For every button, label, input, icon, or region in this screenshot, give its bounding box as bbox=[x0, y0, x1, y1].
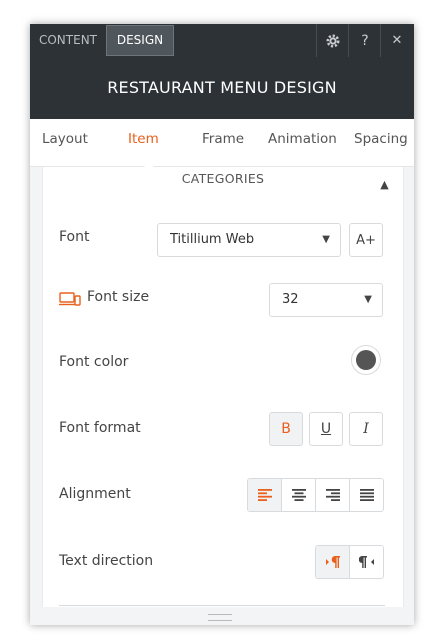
section-header-categories[interactable]: CATEGORIES ▲ bbox=[43, 167, 403, 193]
underline-button[interactable]: U bbox=[309, 412, 343, 446]
align-left-icon bbox=[257, 489, 272, 501]
align-right-icon bbox=[325, 489, 340, 501]
text-direction-group bbox=[315, 545, 384, 579]
settings-card: CATEGORIES ▲ Font Titillium Web ▼ A+ Fon… bbox=[42, 167, 404, 607]
font-family-value: Titillium Web bbox=[170, 232, 255, 247]
align-left-button[interactable] bbox=[248, 479, 282, 511]
tab-design[interactable]: DESIGN bbox=[106, 25, 174, 56]
align-justify-button[interactable] bbox=[350, 479, 383, 511]
topbar: CONTENT DESIGN ? ✕ bbox=[30, 24, 414, 57]
help-button[interactable]: ? bbox=[348, 24, 381, 57]
alignment-group bbox=[247, 478, 384, 512]
font-label: Font bbox=[59, 229, 90, 245]
bold-icon: B bbox=[281, 421, 291, 437]
tab-spacing[interactable]: Spacing bbox=[354, 119, 408, 166]
devices-icon[interactable] bbox=[59, 292, 81, 306]
font-size-select[interactable]: 32 ▼ bbox=[269, 283, 383, 317]
color-swatch-dot bbox=[356, 350, 376, 370]
align-right-button[interactable] bbox=[316, 479, 350, 511]
tab-animation[interactable]: Animation bbox=[268, 119, 337, 166]
section-divider bbox=[59, 605, 385, 606]
gear-icon bbox=[326, 34, 340, 47]
text-direction-label: Text direction bbox=[59, 553, 154, 569]
subtabs-bar: Layout Item Frame Animation Spacing bbox=[30, 119, 414, 167]
ltr-icon bbox=[325, 556, 340, 568]
italic-icon: I bbox=[363, 421, 369, 437]
align-justify-icon bbox=[359, 489, 374, 501]
add-font-icon: A+ bbox=[356, 232, 376, 248]
settings-button[interactable] bbox=[316, 24, 349, 57]
alignment-label: Alignment bbox=[59, 486, 131, 502]
close-button[interactable]: ✕ bbox=[380, 24, 413, 57]
close-icon: ✕ bbox=[391, 33, 403, 48]
chevron-down-icon: ▼ bbox=[364, 294, 372, 305]
underline-icon: U bbox=[320, 421, 332, 437]
tab-frame[interactable]: Frame bbox=[202, 119, 244, 166]
bold-button[interactable]: B bbox=[269, 412, 303, 446]
font-size-value: 32 bbox=[282, 292, 299, 307]
tab-item[interactable]: Item bbox=[128, 119, 159, 166]
rtl-icon bbox=[358, 556, 374, 568]
design-panel: CONTENT DESIGN ? ✕ RESTAURANT MENU DESIG… bbox=[30, 24, 414, 625]
ltr-button[interactable] bbox=[316, 546, 350, 578]
align-center-button[interactable] bbox=[282, 479, 316, 511]
tab-content[interactable]: CONTENT bbox=[30, 24, 106, 57]
font-size-label: Font size bbox=[87, 289, 150, 305]
panel-title: RESTAURANT MENU DESIGN bbox=[30, 57, 414, 119]
rtl-button[interactable] bbox=[350, 546, 383, 578]
help-icon: ? bbox=[361, 32, 369, 49]
tab-layout[interactable]: Layout bbox=[42, 119, 88, 166]
chevron-down-icon: ▼ bbox=[322, 234, 330, 245]
resize-handle[interactable] bbox=[208, 614, 232, 621]
align-center-icon bbox=[291, 489, 306, 501]
font-color-label: Font color bbox=[59, 354, 129, 370]
italic-button[interactable]: I bbox=[349, 412, 383, 446]
add-font-button[interactable]: A+ bbox=[349, 223, 383, 257]
chevron-up-icon[interactable]: ▲ bbox=[380, 173, 389, 197]
section-title: CATEGORIES bbox=[181, 171, 265, 186]
font-color-picker[interactable] bbox=[351, 345, 381, 375]
active-tab-caret bbox=[142, 164, 156, 171]
font-family-select[interactable]: Titillium Web ▼ bbox=[157, 223, 341, 257]
font-format-label: Font format bbox=[59, 420, 141, 436]
